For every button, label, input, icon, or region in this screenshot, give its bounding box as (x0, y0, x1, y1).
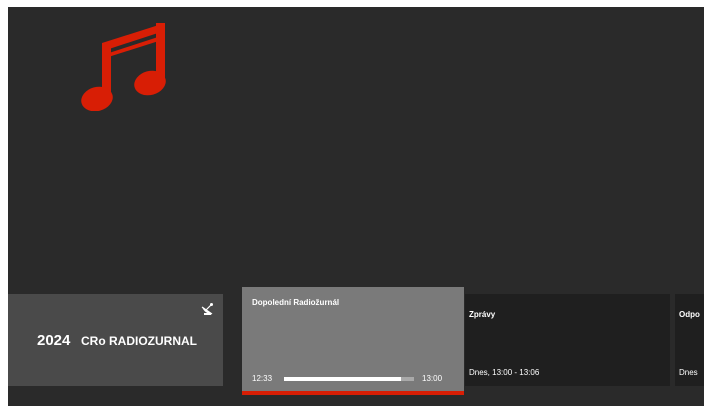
upcoming-program-title: Odpo (679, 310, 700, 319)
current-program-title: Dopolední Radiožurnál (252, 298, 340, 307)
channel-name: CRo RADIOZURNAL (81, 334, 197, 348)
upcoming-program-title: Zprávy (469, 310, 496, 319)
program-end-time: 13:00 (422, 374, 443, 383)
program-progress-bar (284, 377, 414, 381)
program-start-time: 12:33 (252, 374, 273, 383)
satellite-dish-icon (201, 303, 213, 315)
upcoming-program-card[interactable]: Zprávy Dnes, 13:00 - 13:06 (465, 294, 670, 386)
upcoming-program-time: Dnes (679, 368, 698, 377)
tv-screen: 2024 CRo RADIOZURNAL Dopolední Radiožurn… (8, 7, 704, 406)
channel-card[interactable]: 2024 CRo RADIOZURNAL (8, 294, 223, 386)
program-progress-fill (284, 377, 401, 381)
current-program-card[interactable]: Dopolední Radiožurnál 12:33 13:00 (242, 287, 464, 391)
music-note-icon (81, 23, 166, 111)
upcoming-program-card[interactable]: Odpo Dnes (675, 294, 704, 386)
channel-number: 2024 (37, 332, 71, 349)
upcoming-program-time: Dnes, 13:00 - 13:06 (469, 368, 540, 377)
focus-indicator (242, 391, 464, 395)
